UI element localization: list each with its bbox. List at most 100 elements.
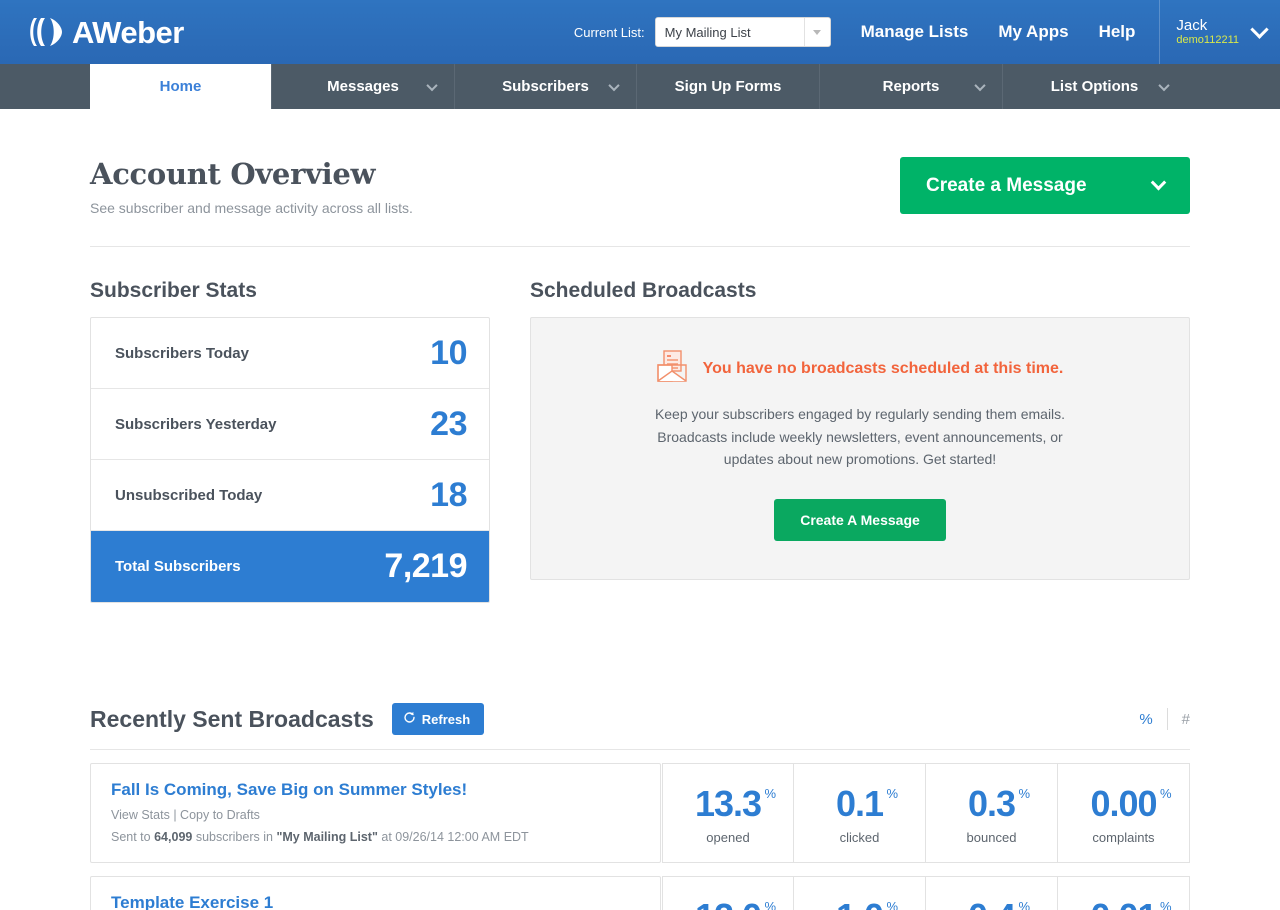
unit-toggle-divider (1166, 708, 1168, 730)
metric-label: opened (706, 830, 750, 846)
metric-value: 0.3 (967, 782, 1016, 824)
copy-to-drafts-link[interactable]: Copy to Drafts (180, 808, 260, 822)
chevron-down-icon (1150, 174, 1167, 191)
header-link-manage-lists[interactable]: Manage Lists (861, 22, 969, 42)
chevron-down-icon (1250, 19, 1269, 39)
stat-label: Subscribers Yesterday (115, 415, 277, 433)
user-account-menu[interactable]: Jack demo112211 (1159, 0, 1280, 64)
metric-label: complaints (1092, 830, 1155, 846)
current-list-input[interactable] (655, 18, 804, 46)
nav-tab-subscribers[interactable]: Subscribers (455, 64, 637, 109)
broadcast-metrics: 12.0% opened 1.0% clicked 0.4% bounced 0… (662, 876, 1190, 910)
stat-value: 23 (430, 404, 467, 443)
page-header-text: Account Overview See subscriber and mess… (90, 157, 413, 216)
broadcast-row: Template Exercise 1 View Stats | Copy to… (90, 876, 1190, 910)
header-right-cluster: Current List: Manage Lists My Apps Help … (574, 0, 1280, 64)
metric-value: 13.3 (694, 782, 762, 824)
nav-tab-messages[interactable]: Messages (272, 64, 455, 109)
stat-value: 18 (430, 475, 467, 514)
chevron-down-icon (608, 79, 620, 91)
nav-tab-home-label: Home (159, 78, 202, 95)
user-identity: Jack demo112211 (1176, 17, 1239, 47)
broadcast-metrics: 13.3% opened 0.1% clicked 0.3% bounced 0… (662, 763, 1190, 863)
nav-tab-sign-up-forms-label: Sign Up Forms (674, 78, 782, 95)
page-title: Account Overview (90, 157, 376, 191)
action-separator: | (173, 808, 177, 822)
nav-tab-list-options-label: List Options (1050, 78, 1139, 95)
nav-tab-home[interactable]: Home (90, 64, 272, 109)
broadcast-actions: View Stats | Copy to Drafts (111, 808, 640, 822)
scheduled-broadcasts-empty-state: You have no broadcasts scheduled at this… (530, 317, 1190, 581)
broadcast-info: Template Exercise 1 View Stats | Copy to… (90, 876, 661, 910)
create-a-message-button[interactable]: Create a Message (900, 157, 1190, 214)
metric-unit: % (1018, 785, 1030, 801)
recently-sent-title: Recently Sent Broadcasts (90, 705, 374, 732)
sent-prefix: Sent to (111, 830, 151, 844)
brand-name: AWeber (72, 14, 184, 50)
create-a-message-secondary-button[interactable]: Create A Message (774, 499, 946, 542)
broadcast-row: Fall Is Coming, Save Big on Summer Style… (90, 763, 1190, 863)
nav-tab-subscribers-label: Subscribers (502, 78, 589, 95)
metric-label: bounced (966, 830, 1017, 846)
current-list-select[interactable] (654, 17, 831, 47)
broadcast-name-link[interactable]: Fall Is Coming, Save Big on Summer Style… (111, 780, 640, 800)
stat-label: Subscribers Today (115, 344, 249, 362)
recently-sent-header: Recently Sent Broadcasts Refresh % # (90, 703, 1190, 750)
metric-unit: % (1159, 785, 1172, 801)
metric-bounced: 0.3% bounced (926, 763, 1058, 863)
refresh-button[interactable]: Refresh (391, 703, 485, 735)
current-list-dropdown-button[interactable] (803, 18, 830, 46)
stat-row-total-subscribers: Total Subscribers 7,219 (91, 531, 489, 602)
broadcast-name-link[interactable]: Template Exercise 1 (111, 893, 640, 910)
view-stats-link[interactable]: View Stats (111, 808, 170, 822)
stat-row-subscribers-today: Subscribers Today 10 (91, 318, 489, 389)
scheduled-broadcasts-panel: Scheduled Broadcasts You have no broadca… (530, 279, 1190, 603)
stat-value: 10 (430, 333, 467, 372)
metric-unit: % (886, 898, 898, 910)
metric-unit: % (1018, 898, 1030, 910)
current-list-label: Current List: (573, 24, 645, 40)
metric-value: 0.00 (1090, 782, 1157, 824)
nav-tab-sign-up-forms[interactable]: Sign Up Forms (637, 64, 820, 109)
metric-unit: % (764, 898, 776, 910)
nav-tab-reports-label: Reports (882, 78, 940, 95)
unit-toggle-percent[interactable]: % (1139, 711, 1152, 728)
metric-clicked: 0.1% clicked (794, 763, 926, 863)
metric-opened: 13.3% opened (662, 763, 794, 863)
broadcast-sent-info: Sent to 64,099 subscribers in "My Mailin… (111, 830, 640, 844)
chevron-down-icon (426, 79, 438, 91)
sent-mid: subscribers in (195, 830, 273, 844)
unit-toggle: % # (1139, 708, 1190, 730)
metric-complaints: 0.00% complaints (1058, 763, 1190, 863)
metric-complaints: 0.01% complaints (1058, 876, 1190, 910)
subscriber-stats-title: Subscriber Stats (90, 279, 257, 302)
no-broadcasts-alert: You have no broadcasts scheduled at this… (571, 350, 1149, 387)
stat-label: Unsubscribed Today (115, 486, 263, 504)
nav-tab-messages-label: Messages (327, 78, 399, 95)
metric-value: 0.1 (835, 782, 884, 824)
nav-left-spacer (0, 64, 90, 109)
broadcast-info: Fall Is Coming, Save Big on Summer Style… (90, 763, 661, 863)
metric-label: clicked (839, 830, 880, 846)
brand-logo[interactable]: AWeber (28, 0, 184, 64)
scheduled-broadcasts-body: Keep your subscribers engaged by regular… (654, 406, 1066, 468)
sent-list: "My Mailing List" (276, 830, 378, 844)
dashboard-panels: Subscriber Stats Subscribers Today 10 Su… (90, 279, 1190, 603)
header-link-help[interactable]: Help (1099, 22, 1136, 42)
main-navigation: Home Messages Subscribers Sign Up Forms … (0, 64, 1280, 109)
page-content: Account Overview See subscriber and mess… (0, 109, 1280, 910)
header-link-my-apps[interactable]: My Apps (998, 22, 1068, 42)
stat-label: Total Subscribers (115, 558, 241, 575)
nav-tab-reports[interactable]: Reports (820, 64, 1003, 109)
metric-unit: % (764, 785, 776, 801)
refresh-circular-arrow-icon (403, 711, 416, 727)
no-broadcasts-alert-text: You have no broadcasts scheduled at this… (702, 359, 1064, 377)
unit-toggle-number[interactable]: # (1182, 711, 1190, 728)
sent-count: 64,099 (154, 830, 193, 844)
metric-value: 1.0 (836, 896, 884, 910)
top-header-bar: AWeber Current List: Manage Lists My App… (0, 0, 1280, 64)
scheduled-broadcasts-title: Scheduled Broadcasts (530, 279, 757, 302)
metric-value: 0.4 (968, 896, 1016, 910)
page-subtitle: See subscriber and message activity acro… (90, 200, 413, 216)
nav-tab-list-options[interactable]: List Options (1003, 64, 1186, 109)
